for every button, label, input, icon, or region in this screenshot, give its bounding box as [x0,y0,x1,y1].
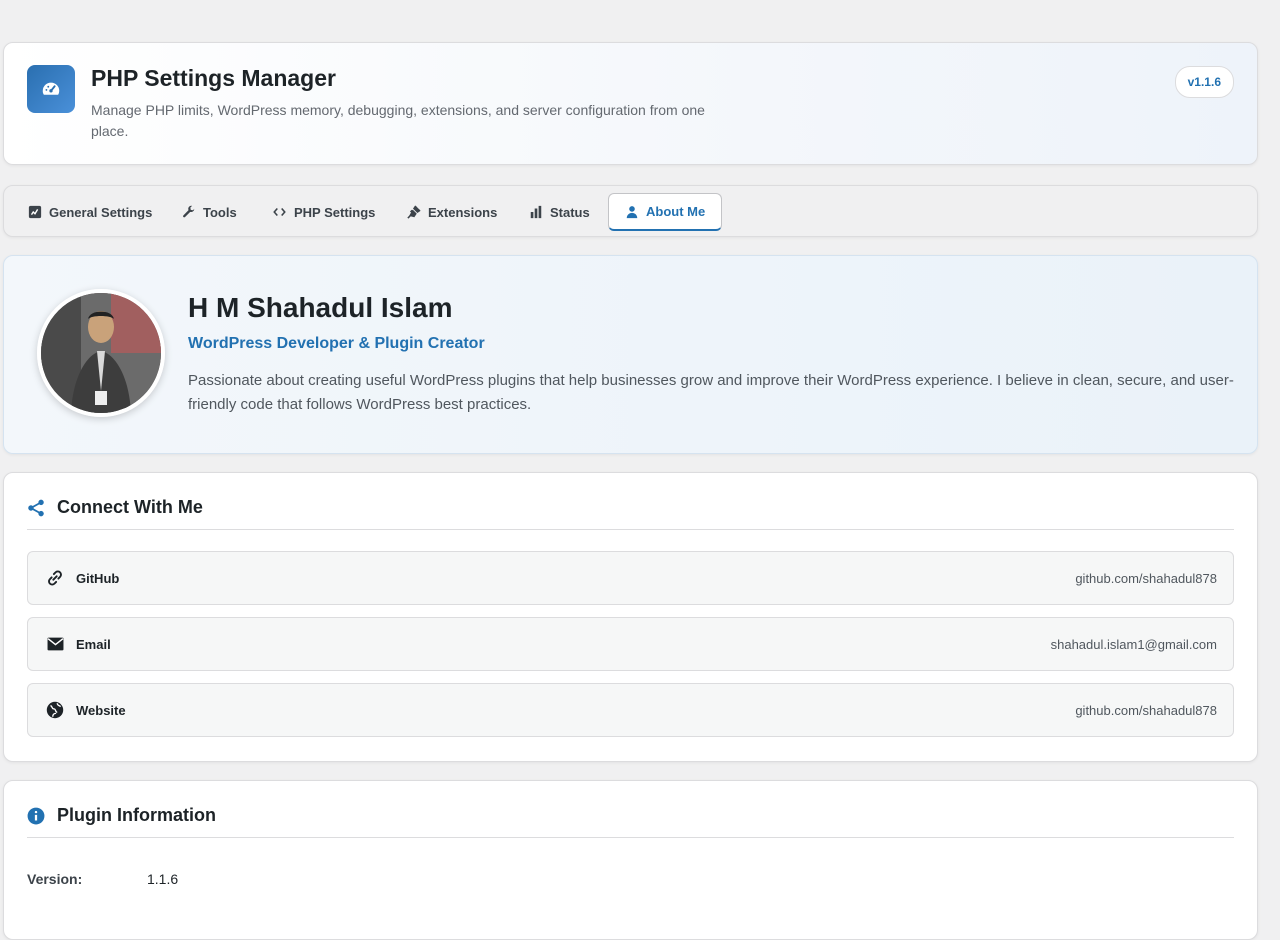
plugin-header: PHP Settings Manager Manage PHP limits, … [3,42,1258,165]
tab-label: General Settings [49,204,153,220]
link-icon [48,570,62,586]
tab-label: About Me [646,204,706,219]
version-badge: v1.1.6 [1174,66,1234,98]
version-info-row: Version: 1.1.6 [27,871,178,887]
plugin-info-card: Plugin Information Version: 1.1.6 [3,780,1258,940]
tab-about-me[interactable]: About Me [608,193,723,231]
tab-php-settings[interactable]: PHP Settings [256,193,391,231]
dashboard-gauge-icon [27,65,75,113]
wrench-icon [183,205,195,218]
tab-label: Tools [203,204,237,220]
dashboard-icon [28,205,42,219]
link-value[interactable]: github.com/shahadul878 [1075,571,1217,586]
link-label: Website [76,702,126,718]
app-title: PHP Settings Manager [91,65,336,91]
user-icon [626,205,638,218]
link-label: Email [76,636,111,652]
section-title: Plugin Information [57,805,216,825]
link-value[interactable]: github.com/shahadul878 [1075,703,1217,718]
tab-bar: General Settings Tools PHP Settings Exte… [3,185,1258,237]
globe-icon [46,701,64,719]
connect-card: Connect With Me GitHub github.com/shahad… [3,472,1258,762]
profile-role: WordPress Developer & Plugin Creator [188,335,485,352]
section-title: Connect With Me [57,497,203,517]
plugin-icon [407,205,421,219]
plugin-info-header: Plugin Information [27,799,1234,838]
website-link-row[interactable]: Website github.com/shahadul878 [27,683,1234,737]
tab-extensions[interactable]: Extensions [391,193,513,231]
avatar [37,289,165,417]
tab-label: PHP Settings [294,204,376,220]
profile-bio: Passionate about creating useful WordPre… [188,372,1234,413]
github-link-row[interactable]: GitHub github.com/shahadul878 [27,551,1234,605]
version-value: 1.1.6 [147,871,179,887]
tab-label: Extensions [428,204,498,220]
share-icon [28,499,44,517]
connect-header: Connect With Me [27,491,1234,530]
bar-chart-icon [530,205,542,219]
version-label: Version: [27,871,83,887]
tab-general-settings[interactable]: General Settings [12,193,168,231]
email-icon [47,637,63,651]
profile-name: H M Shahadul Islam [188,292,453,323]
link-value[interactable]: shahadul.islam1@gmail.com [1051,637,1217,652]
tab-tools[interactable]: Tools [166,193,253,231]
email-link-row[interactable]: Email shahadul.islam1@gmail.com [27,617,1234,671]
profile-card: H M Shahadul Islam WordPress Developer &… [3,255,1258,454]
code-icon [273,207,286,217]
app-description: Manage PHP limits, WordPress memory, deb… [91,102,705,139]
tab-status[interactable]: Status [513,193,606,231]
info-icon [27,807,45,825]
tab-label: Status [550,204,590,220]
link-label: GitHub [76,570,120,586]
